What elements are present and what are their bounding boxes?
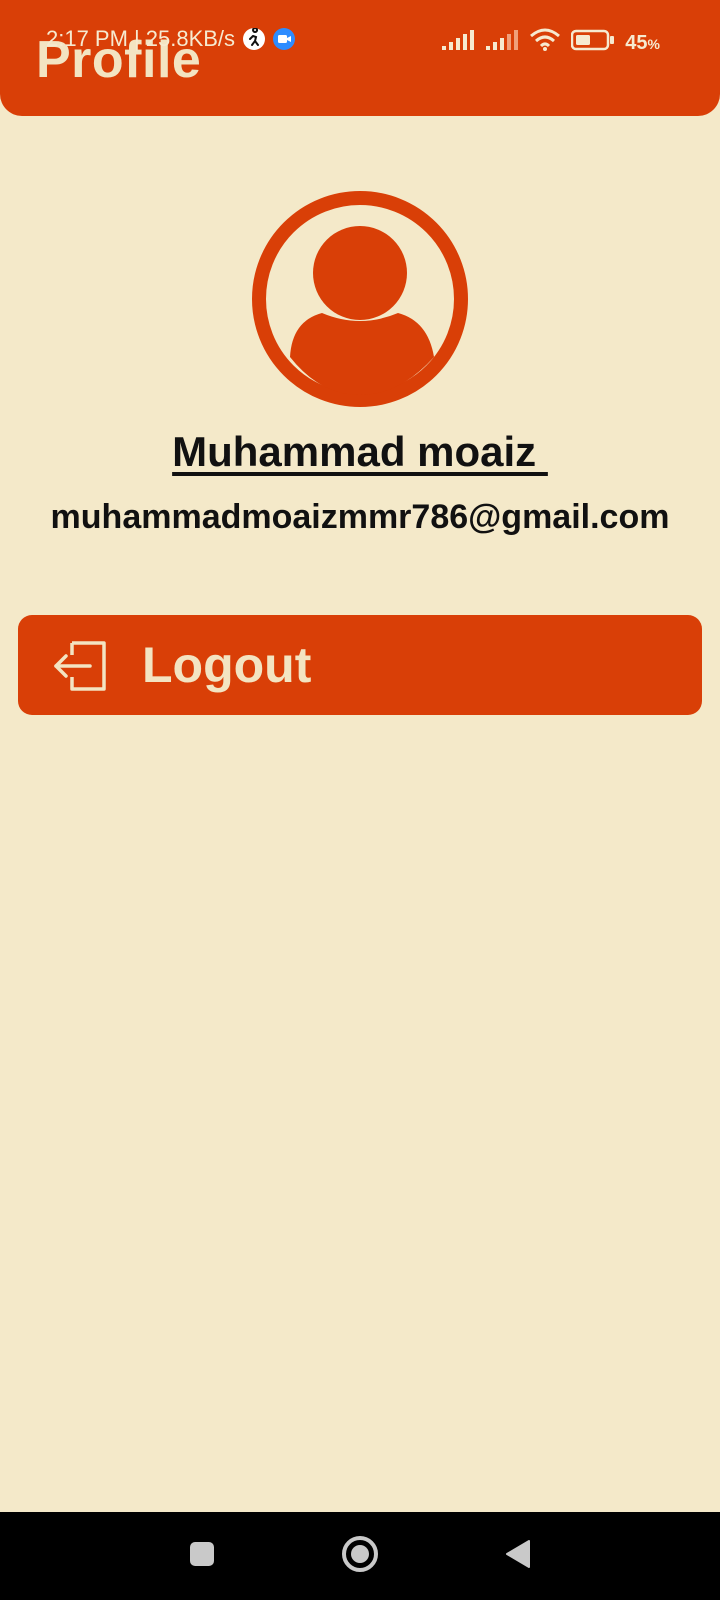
- logout-label: Logout: [142, 637, 312, 693]
- wifi-icon: [529, 28, 561, 58]
- person-icon: [252, 191, 468, 407]
- signal-icon: [441, 29, 475, 57]
- status-bar: 2:17 PM | 25.8KB/s 45%: [0, 24, 720, 58]
- logout-button[interactable]: Logout: [18, 615, 702, 715]
- battery-icon: [571, 29, 615, 57]
- home-button[interactable]: [338, 1534, 382, 1578]
- user-email: muhammadmoaizmmr786@gmail.com: [50, 498, 670, 536]
- home-circle-icon: [340, 1534, 380, 1579]
- network-speed: | 25.8KB/s: [133, 26, 236, 51]
- signal-2-icon: [485, 29, 519, 57]
- avatar: [250, 189, 470, 409]
- app-bar: Profile: [0, 0, 720, 116]
- back-button[interactable]: [496, 1534, 540, 1578]
- logout-icon: [52, 639, 110, 693]
- video-call-app-icon: [273, 28, 296, 50]
- back-triangle-icon: [503, 1538, 533, 1575]
- battery-percent: 45%: [625, 31, 660, 54]
- square-icon: [188, 1540, 216, 1573]
- status-left: 2:17 PM | 25.8KB/s: [46, 26, 296, 52]
- recents-button[interactable]: [180, 1534, 224, 1578]
- system-nav-bar: [0, 1512, 720, 1600]
- runner-app-icon: [243, 27, 266, 50]
- status-right: 45%: [441, 28, 660, 58]
- status-time: 2:17 PM: [46, 26, 128, 51]
- user-name: Muhammad moaiz: [172, 428, 548, 475]
